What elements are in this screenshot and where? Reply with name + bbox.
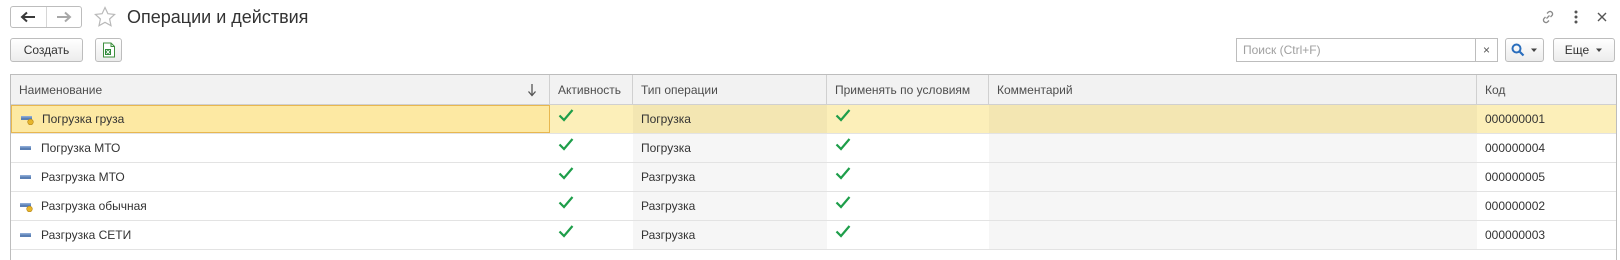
- cell-type[interactable]: Погрузка: [633, 105, 827, 133]
- column-header-name[interactable]: Наименование: [11, 75, 550, 104]
- checkmark-icon: [558, 167, 574, 180]
- column-header-comment[interactable]: Комментарий: [989, 75, 1477, 104]
- checkmark-icon: [558, 138, 574, 151]
- item-with-condition-icon: [20, 203, 33, 212]
- table-row[interactable]: Разгрузка МТО Разгрузка 000000005: [11, 163, 1616, 192]
- more-actions-button[interactable]: Еще: [1553, 38, 1615, 62]
- cell-active[interactable]: [550, 134, 633, 162]
- cell-apply-by-conditions[interactable]: [827, 163, 989, 191]
- cell-code[interactable]: 000000002: [1477, 192, 1616, 220]
- item-icon: [20, 233, 31, 237]
- cell-comment[interactable]: [989, 221, 1477, 249]
- cell-code[interactable]: 000000005: [1477, 163, 1616, 191]
- navigation-buttons: [10, 6, 82, 28]
- item-icon: [20, 146, 31, 150]
- cell-name[interactable]: Разгрузка СЕТИ: [11, 221, 550, 249]
- excel-document-icon: [102, 42, 115, 58]
- cell-name[interactable]: Разгрузка обычная: [11, 192, 550, 220]
- title-bar: Операции и действия: [0, 0, 1620, 34]
- column-header-apply-by-conditions[interactable]: Применять по условиям: [827, 75, 989, 104]
- cell-type[interactable]: Разгрузка: [633, 221, 827, 249]
- command-bar: Создать × Еще: [0, 38, 1620, 66]
- row-name: Разгрузка обычная: [41, 199, 147, 213]
- cell-comment[interactable]: [989, 163, 1477, 191]
- column-header-code[interactable]: Код: [1477, 75, 1616, 104]
- cell-comment[interactable]: [989, 192, 1477, 220]
- search-options-button[interactable]: [1505, 38, 1544, 62]
- cell-code[interactable]: 000000001: [1477, 105, 1616, 133]
- search-box: ×: [1236, 38, 1498, 62]
- item-with-condition-icon: [21, 116, 34, 125]
- star-icon[interactable]: [93, 5, 117, 29]
- cell-name[interactable]: Погрузка груза: [11, 105, 550, 133]
- checkmark-icon: [835, 138, 851, 151]
- table-header: Наименование Активность Тип операции При…: [11, 75, 1616, 105]
- search-clear-button[interactable]: ×: [1475, 39, 1497, 61]
- item-icon: [20, 175, 31, 179]
- cell-code[interactable]: 000000004: [1477, 134, 1616, 162]
- table-row[interactable]: Разгрузка обычная Разгрузка 000000002: [11, 192, 1616, 221]
- arrow-left-icon: [20, 11, 36, 23]
- cell-type[interactable]: Разгрузка: [633, 163, 827, 191]
- cell-apply-by-conditions[interactable]: [827, 192, 989, 220]
- row-name: Разгрузка СЕТИ: [41, 228, 132, 242]
- create-button[interactable]: Создать: [10, 38, 83, 62]
- cell-comment[interactable]: [989, 134, 1477, 162]
- cell-type[interactable]: Погрузка: [633, 134, 827, 162]
- cell-apply-by-conditions[interactable]: [827, 105, 989, 133]
- cell-active[interactable]: [550, 163, 633, 191]
- cell-comment[interactable]: [989, 105, 1477, 133]
- row-name: Разгрузка МТО: [41, 170, 125, 184]
- cell-code[interactable]: 000000003: [1477, 221, 1616, 249]
- cell-apply-by-conditions[interactable]: [827, 221, 989, 249]
- checkmark-icon: [835, 225, 851, 238]
- link-icon[interactable]: [1538, 7, 1558, 27]
- checkmark-icon: [835, 196, 851, 209]
- cell-active[interactable]: [550, 105, 633, 133]
- cell-active[interactable]: [550, 192, 633, 220]
- chevron-down-icon: [1596, 48, 1603, 52]
- row-name: Погрузка МТО: [41, 141, 121, 155]
- chevron-down-icon: [1531, 48, 1537, 52]
- column-header-type[interactable]: Тип операции: [633, 75, 827, 104]
- more-actions-label: Еще: [1564, 43, 1590, 57]
- cell-apply-by-conditions[interactable]: [827, 134, 989, 162]
- cell-active[interactable]: [550, 221, 633, 249]
- column-header-label: Наименование: [19, 82, 103, 97]
- column-header-active[interactable]: Активность: [550, 75, 633, 104]
- row-name: Погрузка груза: [42, 112, 125, 126]
- sort-descending-icon: [528, 84, 536, 97]
- page-title: Операции и действия: [127, 7, 309, 27]
- back-button[interactable]: [11, 7, 46, 27]
- checkmark-icon: [558, 225, 574, 238]
- cell-name[interactable]: Погрузка МТО: [11, 134, 550, 162]
- search-icon: [1511, 43, 1525, 57]
- table-row[interactable]: Погрузка МТО Погрузка 000000004: [11, 134, 1616, 163]
- table-row[interactable]: Разгрузка СЕТИ Разгрузка 000000003: [11, 221, 1616, 250]
- close-icon[interactable]: [1592, 7, 1612, 27]
- excel-export-button[interactable]: [95, 38, 122, 62]
- search-input[interactable]: [1237, 39, 1475, 61]
- table-row[interactable]: Погрузка груза Погрузка 000000001: [11, 105, 1616, 134]
- checkmark-icon: [835, 167, 851, 180]
- checkmark-icon: [558, 196, 574, 209]
- cell-name[interactable]: Разгрузка МТО: [11, 163, 550, 191]
- cell-type[interactable]: Разгрузка: [633, 192, 827, 220]
- more-vertical-icon[interactable]: [1566, 7, 1586, 27]
- checkmark-icon: [558, 109, 574, 122]
- checkmark-icon: [835, 109, 851, 122]
- arrow-right-icon: [56, 11, 72, 23]
- forward-button[interactable]: [45, 7, 82, 27]
- operations-table: Наименование Активность Тип операции При…: [10, 74, 1617, 260]
